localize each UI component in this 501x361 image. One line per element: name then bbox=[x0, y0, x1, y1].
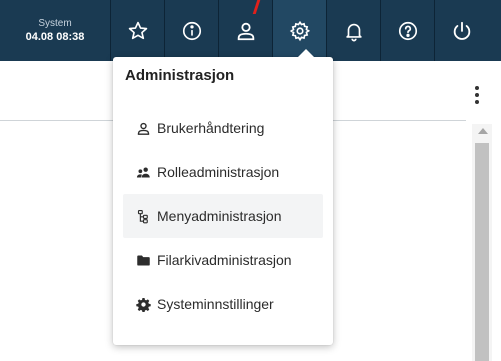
tree-structure-icon bbox=[135, 208, 151, 224]
help-icon bbox=[398, 21, 417, 40]
menu-item-system-settings[interactable]: Systeminnstillinger bbox=[123, 282, 323, 326]
kebab-dot bbox=[475, 93, 479, 97]
folder-icon bbox=[135, 252, 151, 268]
power-icon bbox=[453, 21, 470, 40]
dropdown-title: Administrasjon bbox=[125, 67, 235, 84]
more-options-button[interactable] bbox=[474, 86, 480, 104]
notifications-button[interactable] bbox=[326, 0, 380, 61]
menu-item-user-management[interactable]: Brukerhåndtering bbox=[123, 106, 323, 150]
menu-item-role-administration[interactable]: Rolleadministrasjon bbox=[123, 150, 323, 194]
scrollbar-thumb[interactable] bbox=[475, 143, 489, 361]
menu-item-menu-administration[interactable]: Menyadministrasjon bbox=[123, 194, 323, 238]
user-outline-icon bbox=[135, 120, 151, 136]
menu-item-label: Brukerhåndtering bbox=[157, 120, 265, 136]
info-icon bbox=[182, 21, 201, 40]
user-icon bbox=[237, 22, 254, 40]
cog-icon bbox=[135, 296, 151, 312]
gear-icon bbox=[289, 20, 310, 41]
administration-dropdown: Administrasjon Brukerhåndtering Rolleadm… bbox=[113, 49, 333, 345]
menu-item-label: Filarkivadministrasjon bbox=[157, 252, 292, 268]
menu-item-label: Menyadministrasjon bbox=[157, 208, 282, 224]
menu-item-label: Systeminnstillinger bbox=[157, 296, 274, 312]
menu-item-label: Rolleadministrasjon bbox=[157, 164, 280, 180]
help-button[interactable] bbox=[380, 0, 434, 61]
favorites-button[interactable] bbox=[110, 0, 164, 61]
logout-button[interactable] bbox=[434, 0, 488, 61]
system-clock: System 04.08 08:38 bbox=[0, 0, 110, 61]
kebab-dot bbox=[475, 100, 479, 104]
bell-icon bbox=[345, 23, 362, 41]
kebab-dot bbox=[475, 86, 479, 90]
star-icon bbox=[128, 21, 147, 39]
system-label: System bbox=[38, 17, 72, 29]
menu-item-file-archive-administration[interactable]: Filarkivadministrasjon bbox=[123, 238, 323, 282]
users-group-icon bbox=[135, 164, 151, 180]
info-button[interactable] bbox=[164, 0, 218, 61]
system-time: 04.08 08:38 bbox=[25, 30, 85, 43]
scroll-up-arrow-icon[interactable] bbox=[478, 128, 488, 134]
user-button[interactable] bbox=[218, 0, 272, 61]
